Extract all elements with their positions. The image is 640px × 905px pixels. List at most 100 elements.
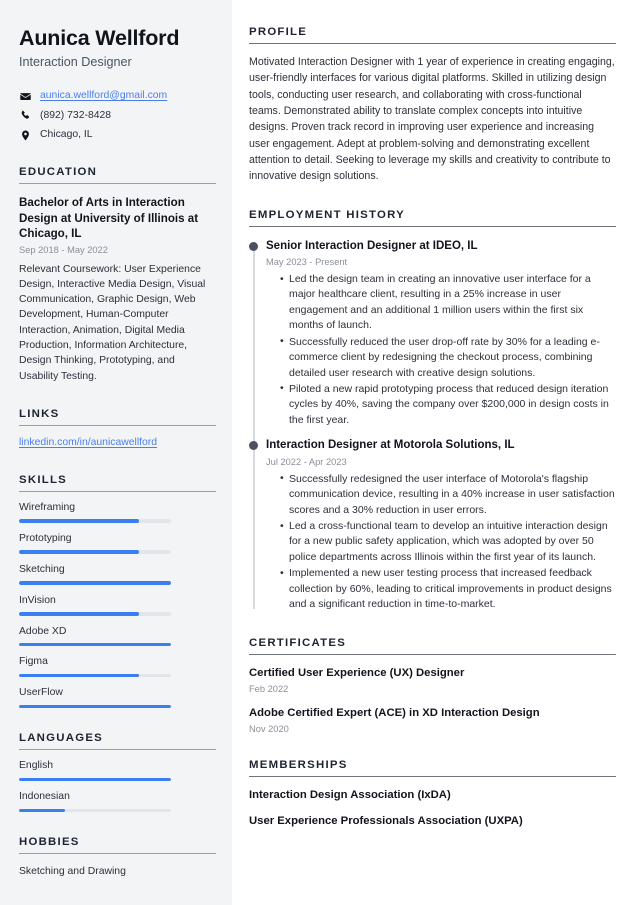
main-content: PROFILE Motivated Interaction Designer w… <box>232 0 640 905</box>
skill-level-fill <box>19 612 139 615</box>
section-heading-languages: LANGUAGES <box>19 732 216 744</box>
section-heading-hobbies: HOBBIES <box>19 836 216 848</box>
section-divider <box>19 749 216 750</box>
timeline-dot-icon <box>249 242 258 251</box>
employment-title: Interaction Designer at Motorola Solutio… <box>266 438 616 453</box>
section-profile: PROFILE Motivated Interaction Designer w… <box>249 26 616 185</box>
section-divider <box>249 226 616 227</box>
section-divider <box>19 491 216 492</box>
skill-row: Sketching <box>19 563 216 585</box>
certificate-date: Feb 2022 <box>249 683 616 695</box>
contact-list: aunica.wellford@gmail.com (892) 732-8428… <box>19 89 216 142</box>
employment-timeline: Senior Interaction Designer at IDEO, IL … <box>249 239 616 613</box>
language-level-track <box>19 809 171 812</box>
skill-level-track <box>19 612 171 615</box>
contact-location-row: Chicago, IL <box>19 128 216 142</box>
skill-level-fill <box>19 705 171 708</box>
section-heading-skills: SKILLS <box>19 474 216 486</box>
skill-level-track <box>19 581 171 584</box>
page-title: Aunica Wellford <box>19 26 216 51</box>
certificate-entry: Certified User Experience (UX) Designer… <box>249 666 616 695</box>
location-value: Chicago, IL <box>40 128 93 142</box>
skill-label: UserFlow <box>19 686 216 700</box>
employment-bullet: Led the design team in creating an innov… <box>280 272 616 334</box>
skill-label: Figma <box>19 655 216 669</box>
certificate-date: Nov 2020 <box>249 723 616 735</box>
skill-row: Wireframing <box>19 501 216 523</box>
section-links: LINKS linkedin.com/in/aunicawellford <box>19 408 216 450</box>
job-title-subtitle: Interaction Designer <box>19 54 216 70</box>
employment-bullet-list: Led the design team in creating an innov… <box>266 272 616 428</box>
language-row: English <box>19 759 216 781</box>
skill-level-track <box>19 705 171 708</box>
employment-bullet: Successfully redesigned the user interfa… <box>280 472 616 518</box>
skill-level-fill <box>19 643 171 646</box>
section-heading-memberships: MEMBERSHIPS <box>249 759 616 771</box>
hobby-item: Sketching and Drawing <box>19 865 216 880</box>
employment-date: May 2023 - Present <box>266 256 616 268</box>
certificate-title: Adobe Certified Expert (ACE) in XD Inter… <box>249 706 616 721</box>
skill-level-track <box>19 519 171 522</box>
timeline-dot-icon <box>249 441 258 450</box>
skill-level-fill <box>19 581 171 584</box>
section-education: EDUCATION Bachelor of Arts in Interactio… <box>19 166 216 384</box>
skill-level-track <box>19 643 171 646</box>
employment-date: Jul 2022 - Apr 2023 <box>266 456 616 468</box>
section-divider <box>19 183 216 184</box>
language-row: Indonesian <box>19 790 216 812</box>
sidebar: Aunica Wellford Interaction Designer aun… <box>0 0 232 905</box>
skill-level-track <box>19 550 171 553</box>
employment-bullet-list: Successfully redesigned the user interfa… <box>266 472 616 613</box>
skill-label: Prototyping <box>19 532 216 546</box>
employment-title: Senior Interaction Designer at IDEO, IL <box>266 239 616 254</box>
resume-page: Aunica Wellford Interaction Designer aun… <box>0 0 640 905</box>
section-heading-employment: EMPLOYMENT HISTORY <box>249 209 616 221</box>
language-level-fill <box>19 778 171 781</box>
skill-row: Adobe XD <box>19 625 216 647</box>
email-link[interactable]: aunica.wellford@gmail.com <box>40 89 167 103</box>
contact-email-row[interactable]: aunica.wellford@gmail.com <box>19 89 216 103</box>
section-heading-links: LINKS <box>19 408 216 420</box>
education-description: Relevant Coursework: User Experience Des… <box>19 262 216 384</box>
certificate-entry: Adobe Certified Expert (ACE) in XD Inter… <box>249 706 616 735</box>
skill-row: Figma <box>19 655 216 677</box>
skill-row: UserFlow <box>19 686 216 708</box>
section-divider <box>249 43 616 44</box>
section-divider <box>19 425 216 426</box>
contact-phone-row: (892) 732-8428 <box>19 109 216 123</box>
employment-entry: Interaction Designer at Motorola Solutio… <box>266 438 616 612</box>
certificate-title: Certified User Experience (UX) Designer <box>249 666 616 681</box>
language-level-track <box>19 778 171 781</box>
skill-label: InVision <box>19 594 216 608</box>
language-level-fill <box>19 809 65 812</box>
language-label: English <box>19 759 216 773</box>
section-divider <box>19 853 216 854</box>
envelope-icon <box>19 91 32 102</box>
section-heading-profile: PROFILE <box>249 26 616 38</box>
skill-label: Adobe XD <box>19 625 216 639</box>
section-heading-education: EDUCATION <box>19 166 216 178</box>
link-item-linkedin[interactable]: linkedin.com/in/aunicawellford <box>19 437 157 448</box>
section-memberships: MEMBERSHIPS Interaction Design Associati… <box>249 759 616 828</box>
skill-level-fill <box>19 550 139 553</box>
section-hobbies: HOBBIES Sketching and Drawing <box>19 836 216 880</box>
profile-text: Motivated Interaction Designer with 1 ye… <box>249 54 616 185</box>
section-divider <box>249 654 616 655</box>
skill-row: Prototyping <box>19 532 216 554</box>
membership-item: User Experience Professionals Associatio… <box>249 814 616 829</box>
phone-value: (892) 732-8428 <box>40 109 111 123</box>
section-languages: LANGUAGES English Indonesian <box>19 732 216 812</box>
education-degree: Bachelor of Arts in Interaction Design a… <box>19 195 216 241</box>
skill-label: Sketching <box>19 563 216 577</box>
phone-icon <box>19 110 32 121</box>
employment-bullet: Successfully reduced the user drop-off r… <box>280 335 616 381</box>
membership-item: Interaction Design Association (IxDA) <box>249 788 616 803</box>
skill-row: InVision <box>19 594 216 616</box>
education-date: Sep 2018 - May 2022 <box>19 244 216 256</box>
section-divider <box>249 776 616 777</box>
employment-bullet: Led a cross-functional team to develop a… <box>280 519 616 565</box>
section-heading-certificates: CERTIFICATES <box>249 637 616 649</box>
section-certificates: CERTIFICATES Certified User Experience (… <box>249 637 616 736</box>
skill-level-track <box>19 674 171 677</box>
skill-level-fill <box>19 519 139 522</box>
